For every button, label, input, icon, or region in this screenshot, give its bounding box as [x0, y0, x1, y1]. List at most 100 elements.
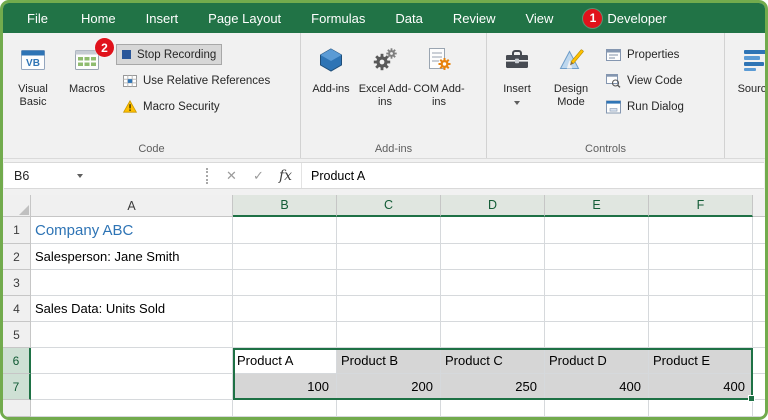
cell[interactable] [545, 270, 649, 296]
name-box[interactable]: B6 [4, 163, 202, 188]
cell[interactable] [31, 400, 233, 417]
cell-A4[interactable]: Sales Data: Units Sold [31, 296, 233, 322]
cell-B7[interactable]: 100 [233, 374, 337, 400]
cell-F7[interactable]: 400 [649, 374, 753, 400]
formula-input[interactable]: Product A [302, 169, 764, 183]
cell[interactable] [337, 217, 441, 244]
cell[interactable] [441, 270, 545, 296]
cell[interactable] [753, 400, 765, 417]
insert-function-icon[interactable]: fx [272, 163, 299, 188]
formula-bar-splitter[interactable] [206, 167, 214, 184]
column-header-F[interactable]: F [649, 195, 753, 217]
cancel-icon[interactable]: ✕ [218, 163, 245, 188]
cell-B6-active[interactable]: Product A [233, 348, 337, 374]
cell[interactable] [31, 270, 233, 296]
cell[interactable] [753, 244, 765, 270]
cell-E6[interactable]: Product D [545, 348, 649, 374]
cell[interactable] [441, 296, 545, 322]
use-relative-references-button[interactable]: Use Relative References [116, 70, 276, 91]
name-box-dropdown-icon[interactable] [70, 163, 90, 188]
row-header-2[interactable]: 2 [3, 244, 31, 270]
cell[interactable] [441, 322, 545, 348]
row-header-3[interactable]: 3 [3, 270, 31, 296]
row-header-5[interactable]: 5 [3, 322, 31, 348]
stop-recording-button[interactable]: Stop Recording [116, 44, 223, 65]
cell[interactable] [337, 400, 441, 417]
tab-page-layout[interactable]: Page Layout [193, 3, 296, 33]
tab-formulas[interactable]: Formulas [296, 3, 380, 33]
cell[interactable] [545, 322, 649, 348]
cell[interactable] [233, 296, 337, 322]
cell[interactable] [441, 400, 545, 417]
cell-D6[interactable]: Product C [441, 348, 545, 374]
design-mode-button[interactable]: Design Mode [544, 34, 598, 142]
visual-basic-button[interactable]: VB Visual Basic [6, 34, 60, 142]
cell-D7[interactable]: 250 [441, 374, 545, 400]
cell[interactable] [753, 348, 765, 374]
column-header-B[interactable]: B [233, 195, 337, 217]
cell[interactable] [233, 244, 337, 270]
cell[interactable] [31, 348, 233, 374]
row-header-7[interactable]: 7 [3, 374, 31, 400]
cell-A1[interactable]: Company ABC [31, 217, 233, 244]
cell[interactable] [337, 270, 441, 296]
cell[interactable] [441, 217, 545, 244]
view-code-button[interactable]: View Code [600, 70, 688, 91]
tab-insert[interactable]: Insert [131, 3, 194, 33]
cell[interactable] [753, 270, 765, 296]
fill-handle[interactable] [748, 395, 755, 402]
cell[interactable] [233, 322, 337, 348]
column-header-E[interactable]: E [545, 195, 649, 217]
cell-E7[interactable]: 400 [545, 374, 649, 400]
cell[interactable] [233, 400, 337, 417]
row-header-1[interactable]: 1 [3, 217, 31, 244]
select-all-corner[interactable] [3, 195, 31, 217]
run-dialog-button[interactable]: Run Dialog [600, 96, 690, 117]
tab-file[interactable]: File [9, 3, 66, 33]
cell[interactable] [441, 244, 545, 270]
source-button[interactable]: Source [728, 34, 765, 158]
column-header-A[interactable]: A [31, 195, 233, 217]
cell[interactable] [233, 217, 337, 244]
cell[interactable] [649, 244, 753, 270]
cell[interactable] [649, 400, 753, 417]
cell-C7[interactable]: 200 [337, 374, 441, 400]
tab-view[interactable]: View [510, 3, 568, 33]
cell[interactable] [337, 244, 441, 270]
column-header-D[interactable]: D [441, 195, 545, 217]
cell[interactable] [649, 270, 753, 296]
cell[interactable] [753, 217, 765, 244]
cell[interactable] [545, 217, 649, 244]
cell[interactable] [753, 322, 765, 348]
enter-icon[interactable]: ✓ [245, 163, 272, 188]
row-header-4[interactable]: 4 [3, 296, 31, 322]
cell[interactable] [337, 322, 441, 348]
tab-home[interactable]: Home [66, 3, 131, 33]
tab-data[interactable]: Data [380, 3, 437, 33]
cell[interactable] [545, 296, 649, 322]
cell[interactable] [31, 322, 233, 348]
insert-control-button[interactable]: Insert [490, 34, 544, 142]
com-addins-button[interactable]: COM Add-ins [412, 34, 466, 142]
tab-developer[interactable]: 1 Developer [568, 3, 681, 33]
cell[interactable] [649, 322, 753, 348]
cell-A2[interactable]: Salesperson: Jane Smith [31, 244, 233, 270]
cell[interactable] [649, 296, 753, 322]
properties-button[interactable]: Properties [600, 44, 685, 65]
addins-button[interactable]: Add-ins [304, 34, 358, 142]
tab-review[interactable]: Review [438, 3, 511, 33]
cell[interactable] [31, 374, 233, 400]
cell[interactable] [753, 296, 765, 322]
excel-addins-button[interactable]: Excel Add-ins [358, 34, 412, 142]
cell[interactable] [337, 296, 441, 322]
column-header-C[interactable]: C [337, 195, 441, 217]
cell[interactable] [233, 270, 337, 296]
macro-security-button[interactable]: Macro Security [116, 96, 226, 117]
row-header-8[interactable] [3, 400, 31, 417]
cell[interactable] [649, 217, 753, 244]
cell[interactable] [545, 244, 649, 270]
cell-C6[interactable]: Product B [337, 348, 441, 374]
cell-F6[interactable]: Product E [649, 348, 753, 374]
row-header-6[interactable]: 6 [3, 348, 31, 374]
cell[interactable] [545, 400, 649, 417]
